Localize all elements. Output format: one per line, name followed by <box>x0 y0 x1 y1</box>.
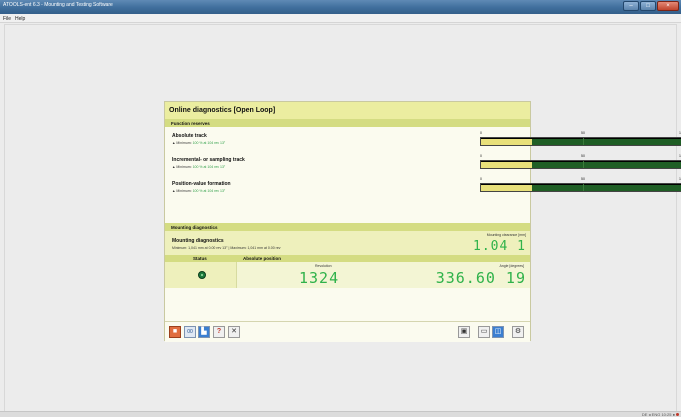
maximize-button[interactable]: □ <box>640 1 656 11</box>
mounting-clearance-label: Mounting clearance [mm] <box>486 233 526 237</box>
gauge-scale: 0 50 100 <box>480 177 681 182</box>
gauge-scale: 0 50 100 <box>480 154 681 159</box>
status-cell <box>165 262 237 288</box>
function-reserves-header: Function reserves <box>165 119 530 127</box>
menu-bar: File Help <box>0 14 681 23</box>
mounting-sub: Minimum: 1,041 mm at 0.00 rev 13° | Maxi… <box>172 246 281 250</box>
gauge-level-fill <box>532 162 681 168</box>
scale-tick: 50 <box>581 177 585 181</box>
gauge-label-incremental-track: Incremental- or sampling track <box>172 157 245 163</box>
status-indicator-icon <box>676 413 679 416</box>
minimize-button[interactable]: – <box>623 1 639 11</box>
close-button[interactable]: × <box>657 1 679 11</box>
revolution-label: Revolution <box>315 264 332 268</box>
angle-label: Angle [degrees] <box>499 264 524 268</box>
gauge-level-fill <box>532 185 681 191</box>
mounting-label: Mounting diagnostics <box>172 238 224 244</box>
window-button[interactable]: ▭ <box>478 326 490 338</box>
gauge-label-absolute-track: Absolute track <box>172 133 207 139</box>
gauge-reserve-fill <box>481 162 532 168</box>
save-button[interactable]: ▣ <box>458 326 470 338</box>
panel-toolbar: ■ 00 ▙ ? ✕ ▣ ▭ ◫ ⚙ <box>165 321 530 342</box>
help-button[interactable]: ? <box>213 326 225 338</box>
tools-button[interactable]: ✕ <box>228 326 240 338</box>
mounting-diagnostics-header: Mounting diagnostics <box>165 223 530 231</box>
mounting-clearance-value: 1.04 1 <box>473 239 526 254</box>
gauge-reserve-fill <box>481 185 532 191</box>
gauge-sub-incremental-track: ▲ Minimum: 100 % at 104 rev 13° <box>172 165 226 169</box>
status-ok-icon <box>198 271 206 279</box>
record-button[interactable]: 00 <box>184 326 196 338</box>
settings-button[interactable]: ⚙ <box>512 326 524 338</box>
revolution-value: 1324 <box>299 269 340 287</box>
window-title: ATOOLS-ent 6.3 - Mounting and Testing So… <box>3 2 113 8</box>
layout-button[interactable]: ◫ <box>492 326 504 338</box>
absolute-position-header: Absolute position <box>243 256 281 261</box>
chart-button[interactable]: ▙ <box>198 326 210 338</box>
gauge-midline <box>583 138 584 145</box>
mounting-diagnostics-row: Mounting diagnostics Minimum: 1,041 mm a… <box>165 231 530 255</box>
gauge-midline <box>583 184 584 191</box>
gauge-bar-position-value <box>480 183 681 192</box>
gauge-label-position-value: Position-value formation <box>172 181 231 187</box>
gauge-reserve-fill <box>481 139 532 145</box>
window-titlebar: ATOOLS-ent 6.3 - Mounting and Testing So… <box>0 0 681 14</box>
gauge-bar-absolute-track <box>480 137 681 146</box>
scale-tick: 0 <box>480 131 482 135</box>
status-position-row: Revolution 1324 Angle [degrees] 336.60 1… <box>165 262 530 288</box>
gauge-level-fill <box>532 139 681 145</box>
scale-tick: 50 <box>581 131 585 135</box>
status-bar-text: DE ◂ ENG 10:25 ● <box>641 412 675 417</box>
stop-button[interactable]: ■ <box>169 326 181 338</box>
scale-tick: 0 <box>480 154 482 158</box>
menu-help[interactable]: Help <box>15 16 25 22</box>
gauge-sub-absolute-track: ▲ Minimum: 100 % at 104 rev 13° <box>172 141 226 145</box>
gauge-midline <box>583 161 584 168</box>
status-position-header: Status Absolute position <box>165 255 530 262</box>
menu-file[interactable]: File <box>3 16 11 22</box>
status-bar: DE ◂ ENG 10:25 ● <box>0 411 681 417</box>
status-column-header: Status <box>193 256 207 261</box>
panel-title: Online diagnostics [Open Loop] <box>165 102 530 119</box>
gauge-sub-position-value: ▲ Minimum: 100 % at 104 rev 13° <box>172 189 226 193</box>
angle-value: 336.60 19 <box>435 269 526 287</box>
online-diagnostics-panel: Online diagnostics [Open Loop] Function … <box>164 101 681 342</box>
gauge-bar-incremental-track <box>480 160 681 169</box>
scale-tick: 50 <box>581 154 585 158</box>
scale-tick: 0 <box>480 177 482 181</box>
gauge-scale: 0 50 100 <box>480 131 681 136</box>
